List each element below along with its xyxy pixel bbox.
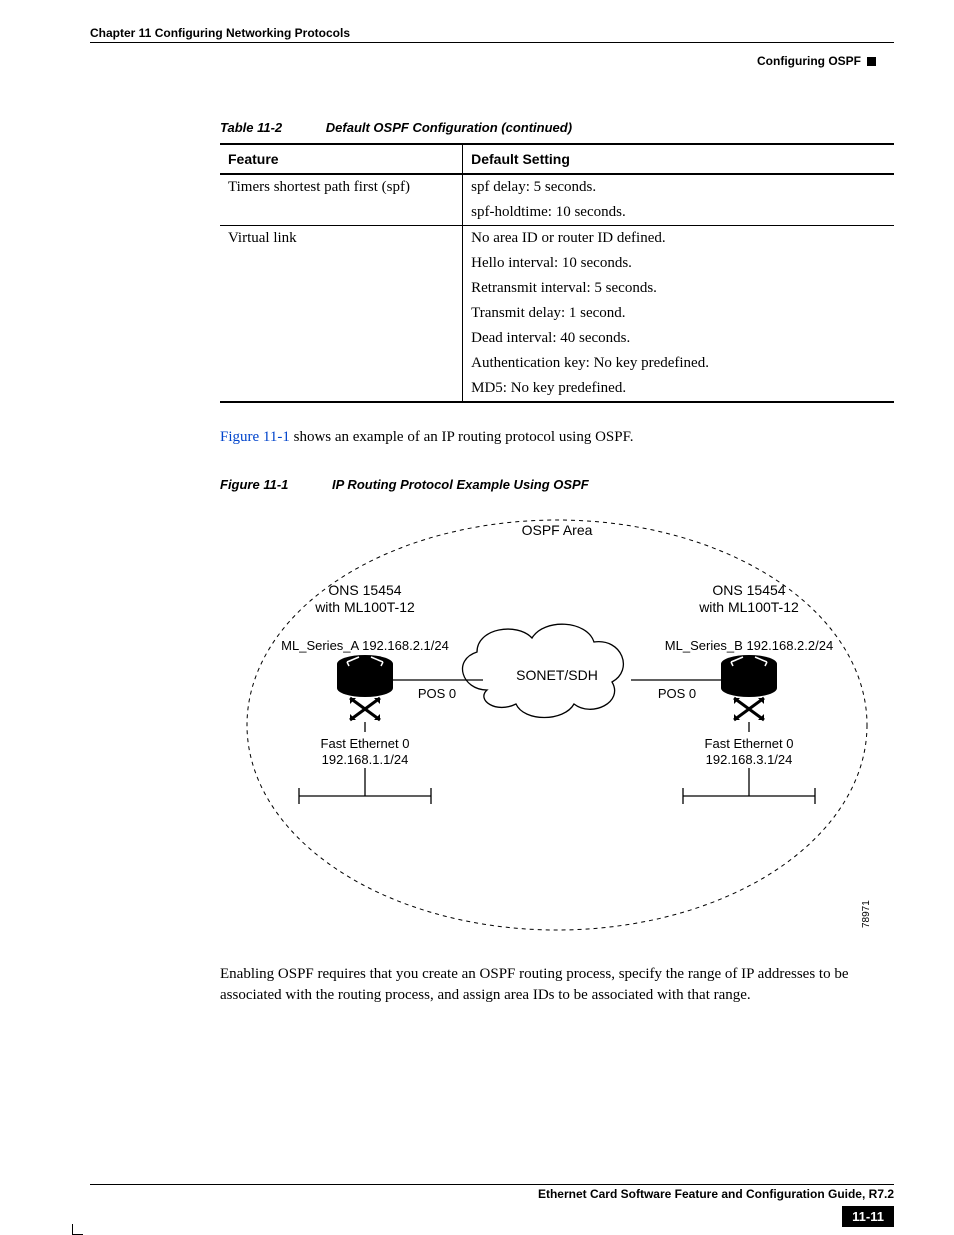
chapter-header: Chapter 11 Configuring Networking Protoc… [90,26,894,43]
page: Chapter 11 Configuring Networking Protoc… [0,0,954,1235]
sonet-label: SONET/SDH [516,667,598,683]
device-a: ONS 15454 with ML100T-12 ML_Series_A 192… [281,582,483,804]
table-cell-setting: Transmit delay: 1 second. [463,301,894,326]
table-caption-label: Table 11-2 [220,120,282,135]
table-caption: Table 11-2 Default OSPF Configuration (c… [220,120,894,135]
footer: Ethernet Card Software Feature and Confi… [90,1184,894,1201]
table-cell-setting: MD5: No key predefined. [463,376,894,402]
device-b-line1: ONS 15454 [712,582,785,598]
device-b: ONS 15454 with ML100T-12 ML_Series_B 192… [631,582,833,804]
paragraph-text: shows an example of an IP routing protoc… [290,429,634,445]
table-cell-feature: Virtual link [220,226,463,402]
paragraph-figure-ref: Figure 11-1 shows an example of an IP ro… [220,427,894,447]
table-cell-setting: No area ID or router ID defined. [463,226,894,251]
device-a-pos: POS 0 [418,686,456,701]
table-caption-title: Default OSPF Configuration (continued) [326,120,572,135]
col-default-header: Default Setting [463,145,894,174]
col-feature-header: Feature [220,145,463,174]
device-b-name: ML_Series_B 192.168.2.2/24 [665,638,833,653]
table-cell-setting: Dead interval: 40 seconds. [463,326,894,351]
figure-caption-title: IP Routing Protocol Example Using OSPF [332,477,589,492]
network-diagram-svg: OSPF Area SONET/SDH ONS 15454 with ML100… [237,500,877,940]
device-b-pos: POS 0 [658,686,696,701]
table-cell-setting: spf delay: 5 seconds. [463,175,894,200]
figure-caption-label: Figure 11-1 [220,477,288,492]
ospf-table: Feature Default Setting Timers shortest … [220,143,894,403]
device-b-fe2: 192.168.3.1/24 [706,752,793,767]
content-area: Table 11-2 Default OSPF Configuration (c… [220,120,894,1005]
sonet-cloud: SONET/SDH [463,624,624,717]
paragraph-enabling-ospf: Enabling OSPF requires that you create a… [220,964,894,1005]
device-a-line2: with ML100T-12 [314,599,415,615]
device-a-fe2: 192.168.1.1/24 [322,752,409,767]
device-b-line2: with ML100T-12 [698,599,799,615]
device-a-fe1: Fast Ethernet 0 [321,736,410,751]
figure-id: 78971 [861,900,872,928]
section-header: Configuring OSPF [757,54,876,68]
footer-title: Ethernet Card Software Feature and Confi… [90,1185,894,1201]
page-number: 11-11 [842,1206,894,1227]
table-cell-setting: Retransmit interval: 5 seconds. [463,276,894,301]
device-b-fe1: Fast Ethernet 0 [705,736,794,751]
ospf-area-label: OSPF Area [522,522,593,538]
crop-mark [72,1224,83,1235]
table-cell-feature: Timers shortest path first (spf) [220,175,463,226]
table-cell-setting: Authentication key: No key predefined. [463,351,894,376]
figure-diagram: OSPF Area SONET/SDH ONS 15454 with ML100… [237,500,877,940]
device-a-line1: ONS 15454 [328,582,401,598]
table-cell-setting: spf-holdtime: 10 seconds. [463,200,894,226]
table-cell-setting: Hello interval: 10 seconds. [463,251,894,276]
device-a-name: ML_Series_A 192.168.2.1/24 [281,638,449,653]
figure-caption: Figure 11-1 IP Routing Protocol Example … [220,477,894,492]
figure-link[interactable]: Figure 11-1 [220,429,290,445]
